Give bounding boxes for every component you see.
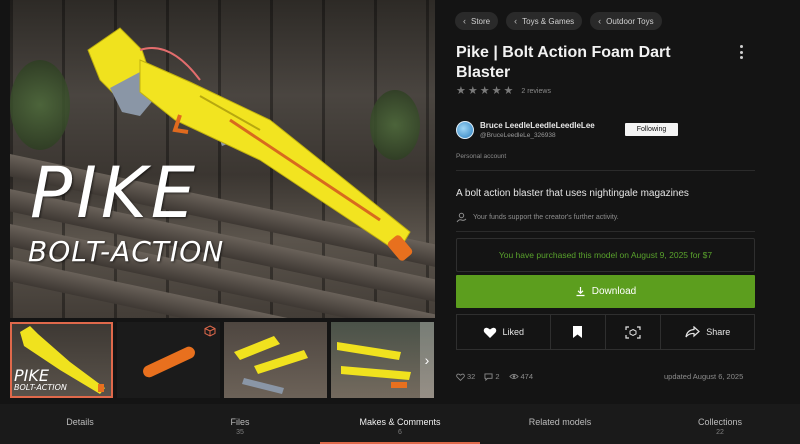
more-options-icon[interactable] xyxy=(736,43,746,61)
thumbnail-title-top: PIKE xyxy=(14,366,49,385)
chevron-left-icon: ‹ xyxy=(463,16,466,26)
ar-view-icon xyxy=(625,325,641,339)
plant xyxy=(10,60,70,150)
avatar[interactable] xyxy=(456,121,474,139)
support-note: Your funds support the creator's further… xyxy=(456,212,619,223)
likes-count: 32 xyxy=(467,372,476,381)
creator-name[interactable]: Bruce LeedleLeedleLeedleLee xyxy=(480,120,595,131)
hero-image[interactable]: PIKE BOLT-ACTION xyxy=(10,0,435,318)
download-icon xyxy=(576,287,585,297)
support-note-text: Your funds support the creator's further… xyxy=(473,214,619,221)
tab-label: Collections xyxy=(697,417,743,427)
hero-title: PIKE xyxy=(30,152,199,234)
like-button[interactable]: Liked xyxy=(457,315,551,349)
views-count: 474 xyxy=(520,372,534,381)
views-stat: 474 xyxy=(508,372,534,381)
tab-count: 22 xyxy=(716,429,724,436)
breadcrumb-store[interactable]: ‹ Store xyxy=(455,12,499,30)
tab-collections[interactable]: Collections 22 xyxy=(640,404,800,444)
like-label: Liked xyxy=(502,327,525,337)
bookmark-icon xyxy=(573,326,583,338)
3d-cube-icon xyxy=(204,325,216,337)
tab-files[interactable]: Files 35 xyxy=(160,404,320,444)
divider xyxy=(456,170,755,171)
breadcrumb-label: Store xyxy=(471,16,491,26)
eye-icon xyxy=(508,374,519,379)
tab-makes-comments[interactable]: Makes & Comments 6 xyxy=(320,404,480,444)
tab-count: 6 xyxy=(398,429,402,436)
tab-bar: Details Files 35 Makes & Comments 6 Rela… xyxy=(0,404,800,444)
tab-label: Files xyxy=(230,417,250,427)
divider xyxy=(456,231,755,232)
thumbnail-4[interactable]: › xyxy=(331,322,434,398)
updated-date: updated August 6, 2025 xyxy=(664,372,744,381)
breadcrumb: ‹ Store ‹ Toys & Games ‹ Outdoor Toys xyxy=(455,12,662,30)
tab-related-models[interactable]: Related models xyxy=(480,404,640,444)
action-bar: Liked Share xyxy=(456,314,755,350)
download-button[interactable]: Download xyxy=(456,275,755,308)
comment-icon xyxy=(484,372,493,381)
star-icon: ★ xyxy=(467,85,478,97)
model-stats: 32 2 474 xyxy=(456,372,533,381)
creator-handle: @BruceLeedleLe_326938 xyxy=(480,132,556,139)
thumbnail-1[interactable]: PIKE BOLT-ACTION xyxy=(10,322,113,398)
support-hand-icon xyxy=(456,212,467,223)
tab-label: Makes & Comments xyxy=(359,417,441,427)
breadcrumb-toys-games[interactable]: ‹ Toys & Games xyxy=(506,12,583,30)
creator-info[interactable]: Bruce LeedleLeedleLeedleLee @BruceLeedle… xyxy=(456,120,595,140)
tab-label: Related models xyxy=(528,417,592,427)
following-button[interactable]: Following xyxy=(625,123,678,136)
star-icon: ★ xyxy=(503,85,514,97)
star-icon: ★ xyxy=(456,85,466,97)
page-title: Pike | Bolt Action Foam Dart Blaster xyxy=(456,44,671,81)
comments-stat: 2 xyxy=(484,372,500,381)
thumbnail-3[interactable] xyxy=(224,322,327,398)
heart-outline-icon xyxy=(456,373,465,381)
heart-icon xyxy=(483,327,496,338)
review-count[interactable]: 2 reviews xyxy=(521,88,551,95)
account-type: Personal account xyxy=(456,153,507,160)
thumbnail-title: PIKE BOLT-ACTION xyxy=(14,368,67,392)
chevron-left-icon: ‹ xyxy=(514,16,518,26)
download-label: Download xyxy=(591,286,637,297)
ar-view-button[interactable] xyxy=(606,315,662,349)
likes-stat: 32 xyxy=(456,372,475,381)
star-icon: ★ xyxy=(479,85,490,97)
chevron-right-icon[interactable]: › xyxy=(420,322,434,398)
tab-count: 35 xyxy=(236,429,244,436)
thumbnail-title-bottom: BOLT-ACTION xyxy=(14,383,67,392)
star-icon: ★ xyxy=(491,85,502,97)
purchase-status: You have purchased this model on August … xyxy=(456,238,755,272)
chevron-left-icon: ‹ xyxy=(598,16,602,26)
share-label: Share xyxy=(706,327,731,337)
model-description: A bolt action blaster that uses nighting… xyxy=(456,188,689,199)
breadcrumb-label: Outdoor Toys xyxy=(606,16,654,26)
share-icon xyxy=(685,326,701,338)
thumbnail-2[interactable] xyxy=(117,322,220,398)
tab-label: Details xyxy=(66,417,94,427)
rating[interactable]: ★ ★ ★ ★ ★ 2 reviews xyxy=(456,86,551,97)
breadcrumb-outdoor-toys[interactable]: ‹ Outdoor Toys xyxy=(590,12,662,30)
thumbnail-parts xyxy=(337,342,411,388)
tab-details[interactable]: Details xyxy=(0,404,160,444)
breadcrumb-label: Toys & Games xyxy=(522,16,575,26)
thumbnail-strip: PIKE BOLT-ACTION › xyxy=(10,322,435,398)
bookmark-button[interactable] xyxy=(551,315,606,349)
comments-count: 2 xyxy=(495,372,500,381)
thumbnail-parts xyxy=(234,336,308,394)
hero-subtitle: BOLT-ACTION xyxy=(28,235,225,268)
share-button[interactable]: Share xyxy=(661,315,754,349)
